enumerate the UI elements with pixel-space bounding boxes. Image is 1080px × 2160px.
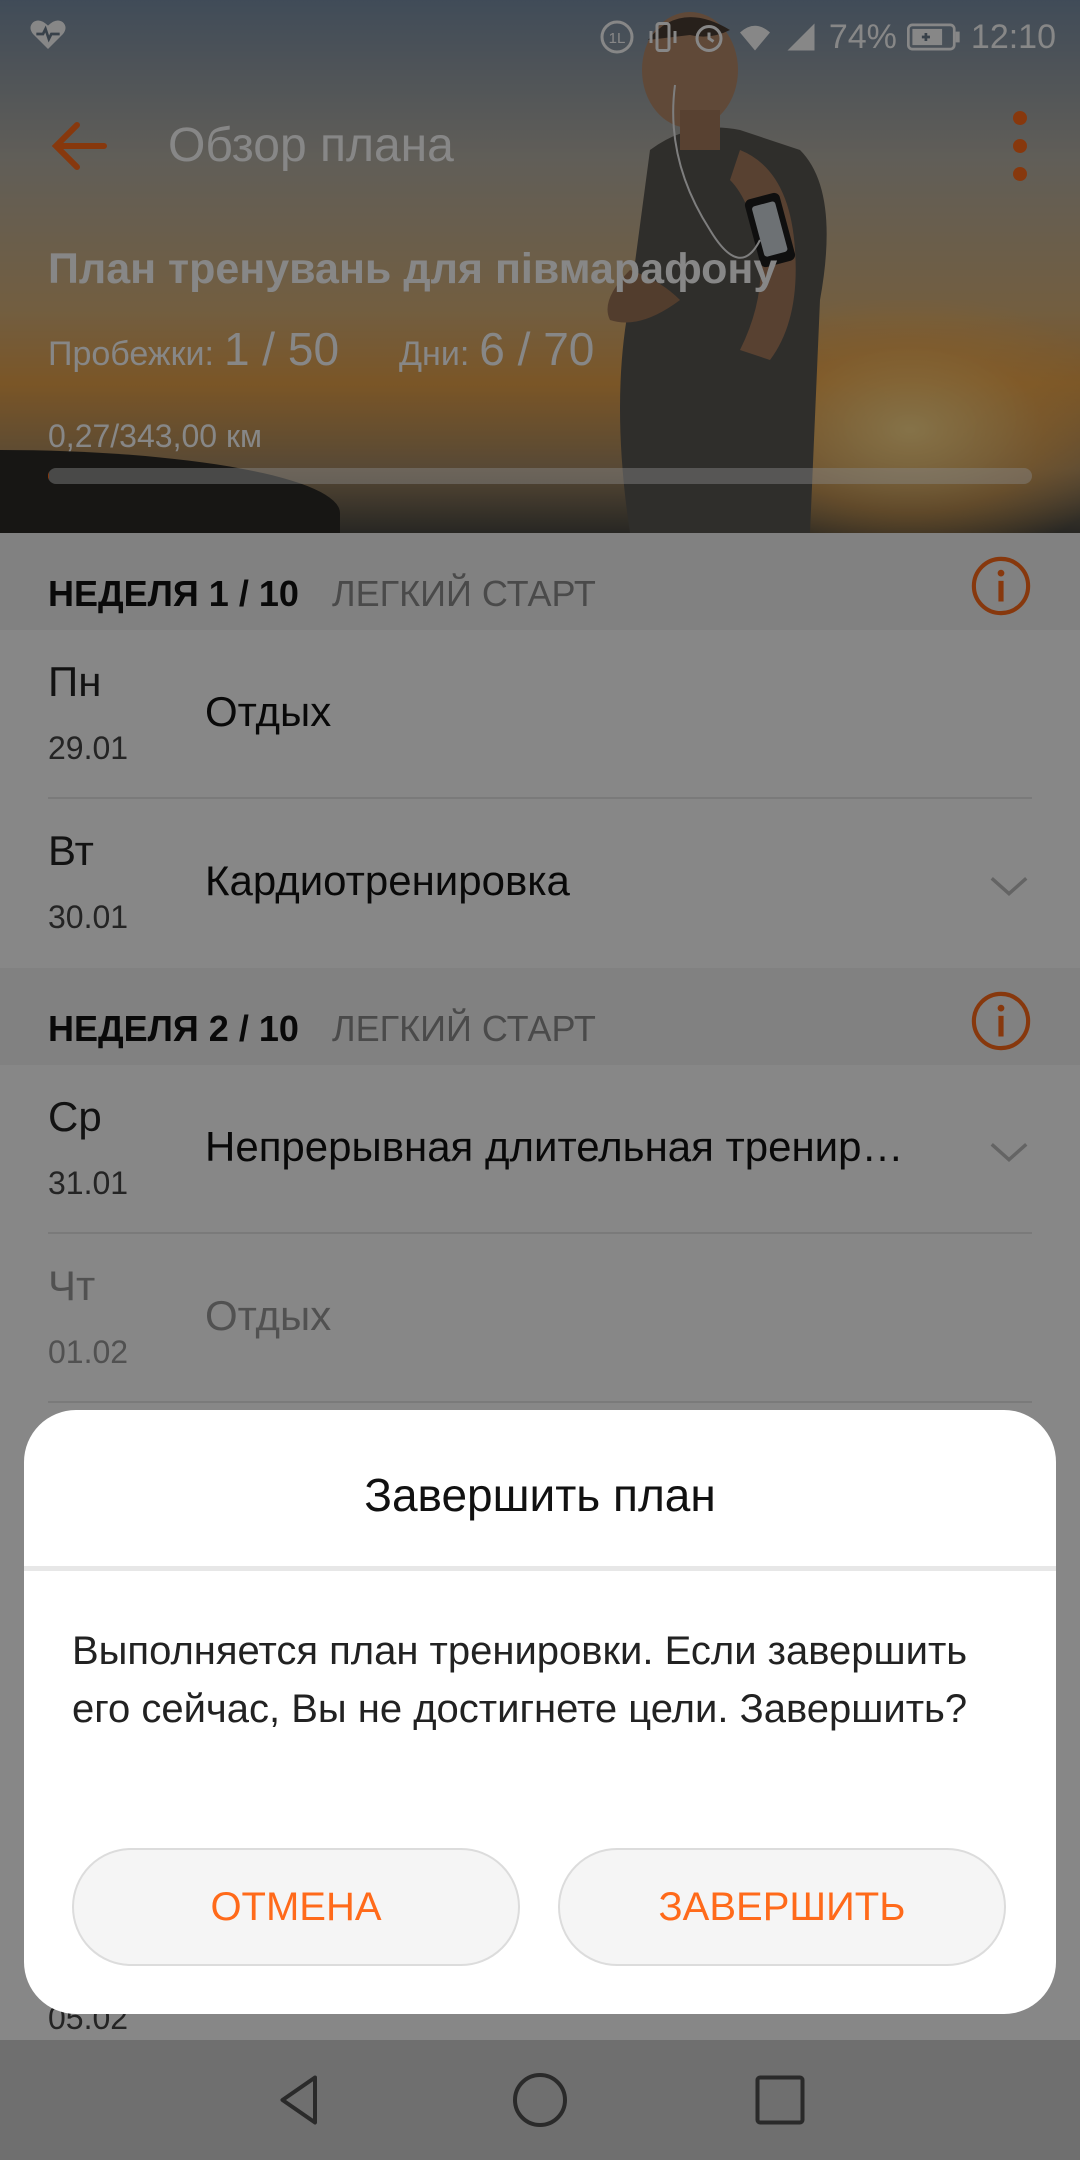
nav-recents-icon[interactable] <box>750 2070 810 2130</box>
system-nav-bar <box>0 2040 1080 2160</box>
nav-home-icon[interactable] <box>510 2070 570 2130</box>
end-plan-dialog: Завершить план Выполняется план трениров… <box>24 1410 1056 2014</box>
cancel-button[interactable]: ОТМЕНА <box>72 1848 520 1966</box>
nav-back-icon[interactable] <box>270 2070 330 2130</box>
dialog-title: Завершить план <box>364 1469 716 1521</box>
dialog-message: Выполняется план тренировки. Если заверш… <box>72 1629 968 1731</box>
divider <box>24 1566 1056 1571</box>
end-plan-button[interactable]: ЗАВЕРШИТЬ <box>558 1848 1006 1966</box>
